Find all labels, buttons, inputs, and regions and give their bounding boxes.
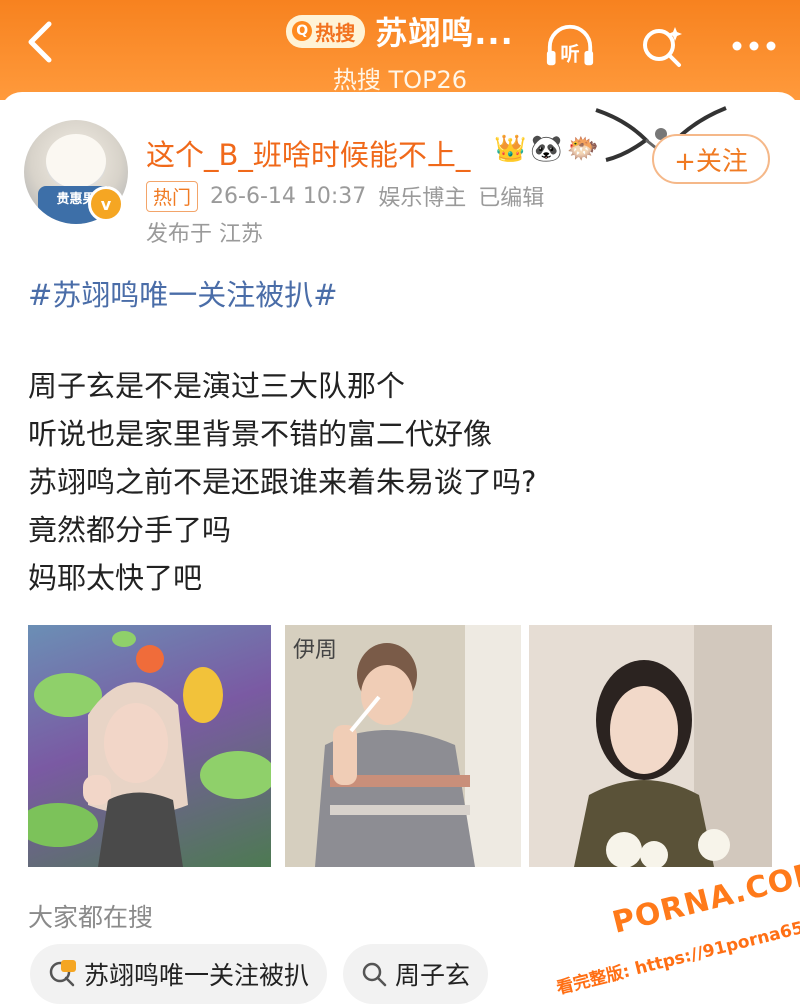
more-button[interactable] xyxy=(728,20,780,72)
photo-woman-hood xyxy=(28,631,271,867)
hot-search-badge: Q 热搜 xyxy=(286,14,366,48)
photo-woman-flowers xyxy=(529,625,772,867)
verified-badge-icon: v xyxy=(88,186,124,222)
search-chip-label: 周子玄 xyxy=(395,961,471,990)
search-button[interactable] xyxy=(636,20,688,72)
post-location: 发布于 江苏 xyxy=(146,222,263,247)
search-chip[interactable]: 苏翊鸣唯一关注被扒 xyxy=(30,944,328,1004)
post-line: 苏翊鸣之前不是还跟谁来着朱易谈了吗? xyxy=(28,465,537,499)
post-line: 听说也是家里背景不错的富二代好像 xyxy=(28,417,493,451)
post-photo-3[interactable] xyxy=(529,625,772,867)
post-line: 妈耶太快了吧 xyxy=(28,561,203,595)
sparkle-search-icon xyxy=(643,27,682,67)
edited-label: 已编辑 xyxy=(478,186,545,211)
more-icon xyxy=(732,41,776,51)
crown-badge-icon: 👑 xyxy=(494,134,527,164)
panda-badge-icon: 🐼 xyxy=(530,134,563,164)
hashtag-link[interactable]: #苏翊鸣唯一关注被扒# xyxy=(28,272,338,314)
follow-button[interactable]: +关注 xyxy=(652,134,770,184)
post-card: 贵惠男 v 这个_B_班啥时候能不上_ 👑 🐼 🐡 +关注 热门 26-6-14… xyxy=(0,92,800,1004)
search-suggestions: 苏翊鸣唯一关注被扒 周子玄 xyxy=(30,944,489,1004)
svg-text:听: 听 xyxy=(560,42,579,65)
search-chip-label: 苏翊鸣唯一关注被扒 xyxy=(84,961,310,990)
username[interactable]: 这个_B_班啥时候能不上_ xyxy=(146,132,470,174)
post-photo-1[interactable] xyxy=(28,625,271,867)
hot-search-icon xyxy=(49,960,76,987)
post-body: 周子玄是不是演过三大队那个 听说也是家里背景不错的富二代好像 苏翊鸣之前不是还跟… xyxy=(28,362,536,602)
svg-text:伊周: 伊周 xyxy=(293,638,337,663)
author-type: 娱乐博主 xyxy=(378,186,467,211)
hot-tag: 热门 xyxy=(146,180,199,212)
post-line: 周子玄是不是演过三大队那个 xyxy=(28,369,406,403)
search-icon xyxy=(362,962,387,987)
everyone-searching-label: 大家都在搜 xyxy=(28,903,154,932)
headphones-icon: 听 xyxy=(546,24,594,65)
post-line: 竟然都分手了吗 xyxy=(28,513,232,547)
photo-man-magazine: 伊周 xyxy=(285,625,521,867)
listen-button[interactable]: 听 xyxy=(544,20,596,72)
page-title: 苏翊鸣... xyxy=(375,14,514,52)
post-photo-2[interactable]: 伊周 xyxy=(285,625,521,867)
search-chip[interactable]: 周子玄 xyxy=(343,944,489,1004)
user-badges: 👑 🐼 🐡 xyxy=(494,134,599,164)
top-nav-bar: Q 热搜 苏翊鸣... 热搜 TOP26 听 xyxy=(0,0,800,100)
hot-search-icon: Q xyxy=(292,21,313,41)
avatar-dog xyxy=(46,134,106,188)
post-meta: 热门 26-6-14 10:37 娱乐博主 已编辑 xyxy=(146,180,544,212)
post-datetime: 26-6-14 10:37 xyxy=(210,183,367,209)
